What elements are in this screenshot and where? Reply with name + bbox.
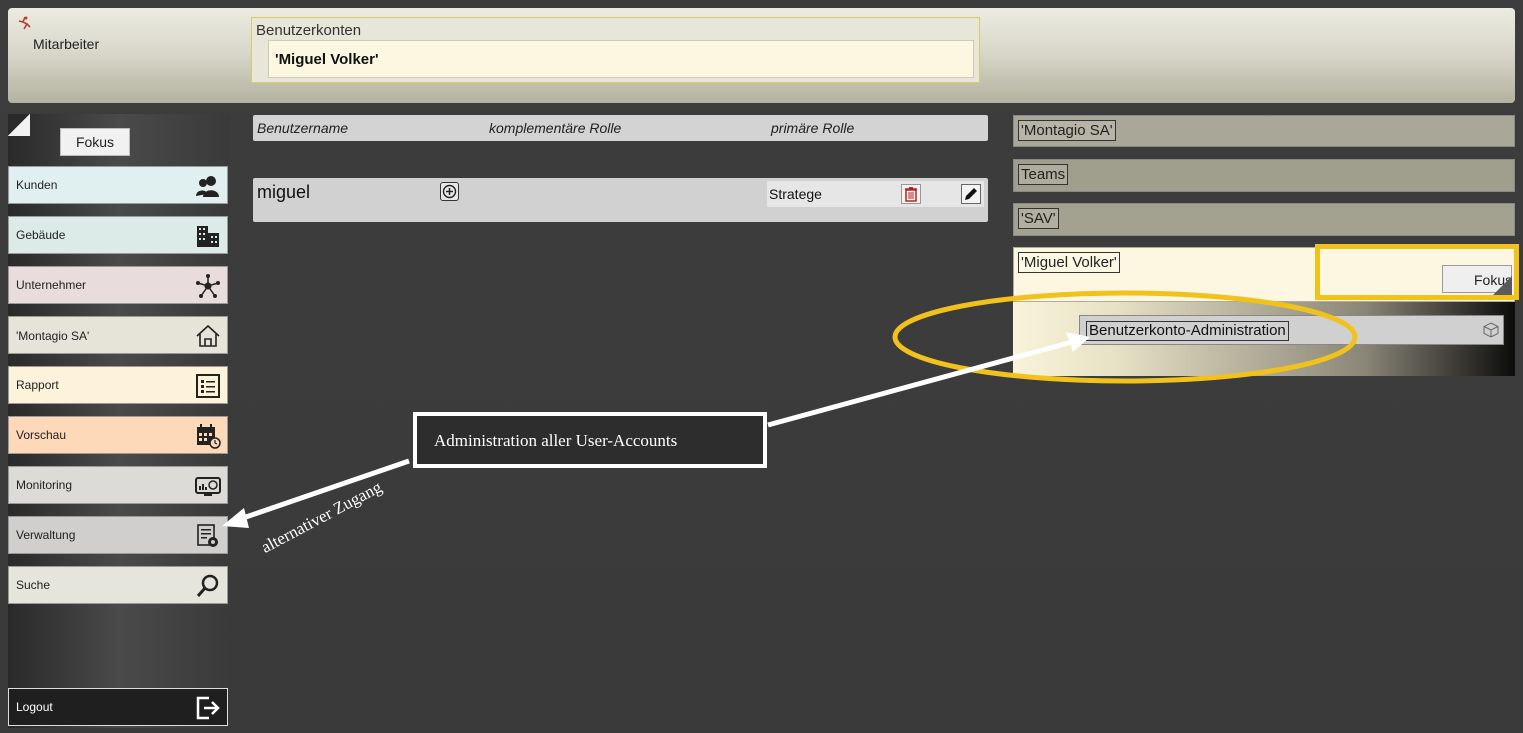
arrow-head-left [222,508,249,528]
arrow-head-right [1066,332,1090,352]
highlight-ellipse [892,290,1358,384]
annotation-layer [222,290,1358,528]
annotation-note-box: Administration aller User-Accounts [413,412,767,468]
annotation-note-text: Administration aller User-Accounts [434,431,678,450]
